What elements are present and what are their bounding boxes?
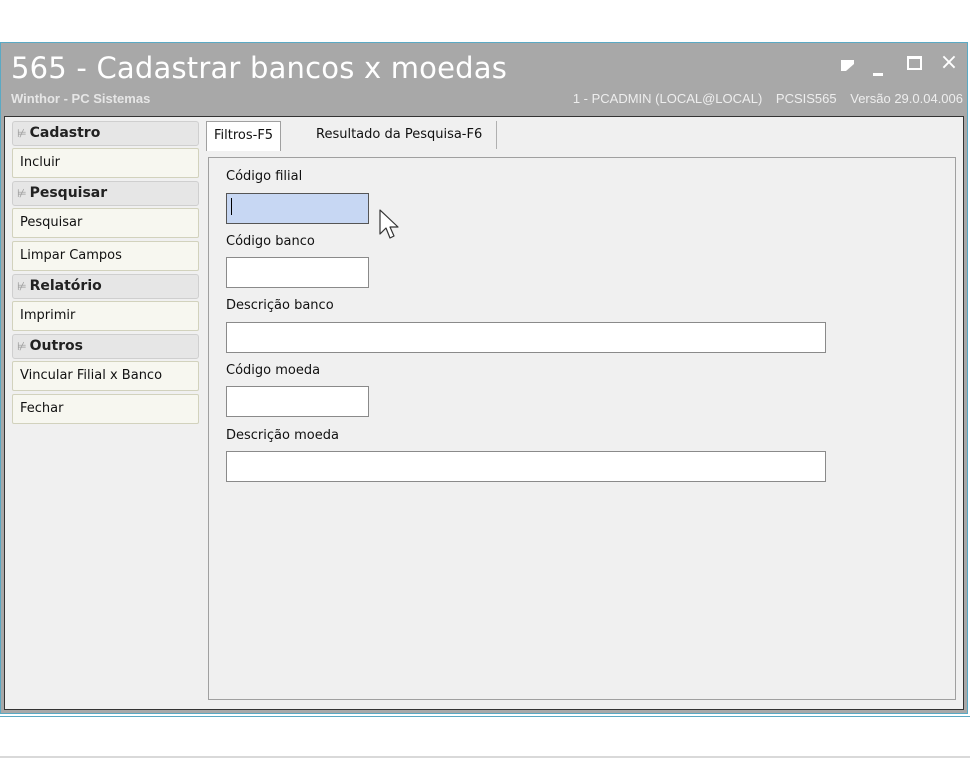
top-blank-area xyxy=(0,0,970,42)
bottom-blank-area xyxy=(0,716,970,758)
pesquisar-button[interactable]: Pesquisar xyxy=(12,208,199,238)
window-title: 565 - Cadastrar bancos x moedas xyxy=(11,51,508,85)
codigo-banco-input[interactable] xyxy=(226,257,369,288)
client-area: ⊭ Cadastro Incluir ⊭ Pesquisar Pesquisar L… xyxy=(4,116,964,710)
descricao-moeda-input[interactable] xyxy=(226,451,826,482)
codigo-filial-input[interactable] xyxy=(226,193,369,224)
window-subtitle: Winthor - PC Sistemas xyxy=(11,91,151,106)
maximize-icon[interactable] xyxy=(903,53,925,73)
incluir-button[interactable]: Incluir xyxy=(12,148,199,178)
limpar-campos-button[interactable]: Limpar Campos xyxy=(12,241,199,271)
double-chevron-down-icon: ⊭ xyxy=(17,280,27,293)
restore-icon[interactable] xyxy=(836,53,858,73)
close-icon[interactable]: × xyxy=(938,52,960,74)
double-chevron-down-icon: ⊭ xyxy=(17,187,27,200)
group-header-relatorio[interactable]: ⊭ Relatório xyxy=(12,274,199,299)
minimize-icon[interactable] xyxy=(867,51,889,76)
double-chevron-down-icon: ⊭ xyxy=(17,127,27,140)
group-header-cadastro[interactable]: ⊭ Cadastro xyxy=(12,121,199,146)
double-chevron-down-icon: ⊭ xyxy=(17,340,27,353)
codigo-moeda-input[interactable] xyxy=(226,386,369,417)
codigo-filial-label: Código filial xyxy=(226,169,303,184)
vincular-filial-banco-button[interactable]: Vincular Filial x Banco xyxy=(12,361,199,391)
text-caret xyxy=(231,198,232,215)
group-label: Relatório xyxy=(29,278,102,294)
fechar-button[interactable]: Fechar xyxy=(12,394,199,424)
filters-panel: Código filial Código banco Descrição ban… xyxy=(208,157,956,700)
imprimir-button[interactable]: Imprimir xyxy=(12,301,199,331)
group-header-outros[interactable]: ⊭ Outros xyxy=(12,334,199,359)
session-info: 1 - PCADMIN (LOCAL@LOCAL) PCSIS565 Versã… xyxy=(563,91,963,106)
mouse-pointer-icon xyxy=(379,209,399,239)
routine-code: PCSIS565 xyxy=(775,91,837,106)
session-user: 1 - PCADMIN (LOCAL@LOCAL) xyxy=(572,91,763,106)
group-label: Outros xyxy=(29,338,84,354)
group-header-pesquisar[interactable]: ⊭ Pesquisar xyxy=(12,181,199,206)
group-label: Cadastro xyxy=(29,125,101,141)
group-label: Pesquisar xyxy=(29,185,108,201)
action-sidebar: ⊭ Cadastro Incluir ⊭ Pesquisar Pesquisar L… xyxy=(12,121,199,427)
version-label: Versão 29.0.04.006 xyxy=(850,91,963,106)
descricao-banco-input[interactable] xyxy=(226,322,826,353)
app-window: 565 - Cadastrar bancos x moedas Winthor … xyxy=(0,42,968,714)
descricao-moeda-label: Descrição moeda xyxy=(226,428,339,443)
descricao-banco-label: Descrição banco xyxy=(226,298,334,313)
tab-resultado-pesquisa[interactable]: Resultado da Pesquisa-F6 xyxy=(302,121,498,149)
tab-filtros[interactable]: Filtros-F5 xyxy=(206,121,282,151)
codigo-banco-label: Código banco xyxy=(226,234,315,249)
codigo-moeda-label: Código moeda xyxy=(226,363,321,378)
